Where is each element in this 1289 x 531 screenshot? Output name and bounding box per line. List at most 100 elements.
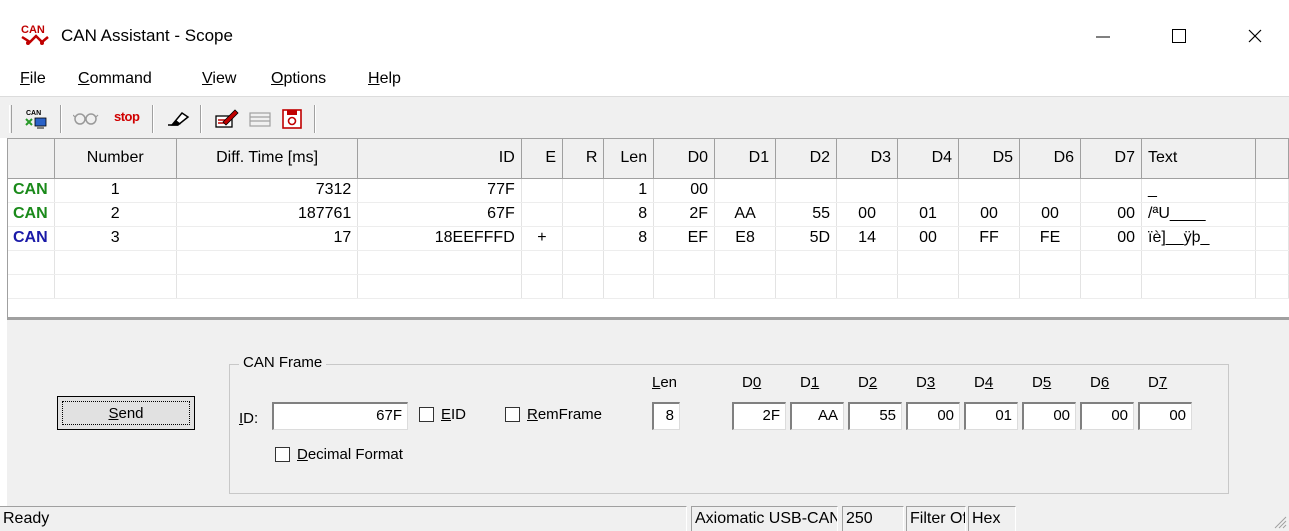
- column-header-d4[interactable]: D4: [897, 139, 960, 179]
- data-byte-label: D7: [1148, 374, 1168, 391]
- minimize-button[interactable]: [1072, 0, 1134, 72]
- can-connect-icon: CAN: [25, 110, 47, 129]
- message-grid[interactable]: Number Diff. Time [ms] ID E R Len D0 D1 …: [7, 138, 1289, 318]
- empty-cell: [1080, 250, 1142, 275]
- toolbar-grip[interactable]: [9, 105, 12, 133]
- data-byte-input[interactable]: 00: [1080, 402, 1134, 430]
- table-row[interactable]: CAN 3 17 18EEFFFD +8 EF E8 5D 14 00 FF FE 00 ïè]__ÿþ_: [8, 226, 1289, 251]
- empty-cell: [562, 274, 605, 299]
- connect-button[interactable]: CAN: [22, 105, 50, 133]
- id-input[interactable]: 67F: [272, 402, 408, 430]
- column-header-text[interactable]: Text: [1141, 139, 1256, 179]
- column-header-id[interactable]: ID: [357, 139, 522, 179]
- table-cell: ïè]__ÿþ_: [1141, 226, 1256, 251]
- table-cell: 00: [1080, 226, 1142, 251]
- data-byte-input[interactable]: 2F: [732, 402, 786, 430]
- table-cell: 8: [603, 226, 655, 251]
- monitor-button[interactable]: [72, 105, 100, 133]
- table-cell: _: [1141, 178, 1256, 203]
- column-header-d0[interactable]: D0: [653, 139, 716, 179]
- close-button[interactable]: [1224, 0, 1286, 72]
- empty-cell: [958, 274, 1021, 299]
- empty-cell: [357, 274, 522, 299]
- send-panel: Send CAN Frame ID: 67F EID RemFrame Deci…: [7, 318, 1289, 506]
- empty-cell: [836, 250, 899, 275]
- empty-cell: [1255, 250, 1289, 275]
- table-cell: 2: [54, 202, 177, 227]
- len-input[interactable]: 8: [652, 402, 680, 430]
- data-byte-input[interactable]: 00: [906, 402, 960, 430]
- status-filter: Filter Off: [906, 506, 966, 531]
- empty-cell: [653, 250, 716, 275]
- table-cell: 77F: [357, 178, 522, 203]
- pencil-edit-icon: [215, 109, 239, 128]
- can-row-tag: CAN: [8, 202, 55, 227]
- empty-cell: [1019, 250, 1082, 275]
- list-button[interactable]: [246, 105, 274, 133]
- toolbar: CAN stop: [0, 96, 1289, 138]
- menu-options[interactable]: Options: [271, 70, 326, 88]
- menu-file[interactable]: File: [20, 70, 46, 88]
- menu-help[interactable]: Help: [368, 70, 401, 88]
- table-cell: [897, 178, 960, 203]
- empty-cell: [8, 274, 55, 299]
- data-byte-input[interactable]: 01: [964, 402, 1018, 430]
- column-header-d3[interactable]: D3: [836, 139, 899, 179]
- resize-grip-icon[interactable]: [1273, 515, 1287, 529]
- table-row[interactable]: CAN 2 187761 67F 8 2F AA 55 00 01 00 00 00/ªU____: [8, 202, 1289, 227]
- eid-checkbox[interactable]: [419, 407, 434, 422]
- column-header-number[interactable]: Number: [54, 139, 177, 179]
- data-byte-input[interactable]: 00: [1138, 402, 1192, 430]
- table-cell: +: [521, 226, 564, 251]
- column-header-d1[interactable]: D1: [714, 139, 777, 179]
- send-button[interactable]: Send: [57, 396, 195, 430]
- table-cell: /ªU____: [1141, 202, 1256, 227]
- column-header-filler: [1255, 139, 1289, 179]
- table-cell: 18EEFFFD: [357, 226, 522, 251]
- empty-cell: [562, 250, 605, 275]
- column-header-d2[interactable]: D2: [775, 139, 838, 179]
- column-header-diff-time[interactable]: Diff. Time [ms]: [176, 139, 359, 179]
- table-cell: [562, 202, 605, 227]
- column-header-d5[interactable]: D5: [958, 139, 1021, 179]
- data-byte-input[interactable]: 55: [848, 402, 902, 430]
- list-disabled-icon: [249, 112, 271, 127]
- table-row[interactable]: CAN 1 7312 77F 1 00 _: [8, 178, 1289, 203]
- column-header-r[interactable]: R: [562, 139, 605, 179]
- table-cell: FE: [1019, 226, 1082, 251]
- empty-cell: [603, 250, 655, 275]
- table-cell: E8: [714, 226, 777, 251]
- table-row[interactable]: [8, 274, 1289, 299]
- data-byte-label: D6: [1090, 374, 1110, 391]
- clear-button[interactable]: [164, 105, 192, 133]
- menu-command[interactable]: Command: [78, 70, 152, 88]
- data-byte-label: D1: [800, 374, 820, 391]
- column-header-e[interactable]: E: [521, 139, 564, 179]
- decimal-format-checkbox[interactable]: [275, 447, 290, 462]
- data-byte-label: D2: [858, 374, 878, 391]
- empty-cell: [8, 250, 55, 275]
- table-cell: 14: [836, 226, 899, 251]
- empty-cell: [775, 250, 838, 275]
- empty-cell: [176, 250, 359, 275]
- column-header-len[interactable]: Len: [603, 139, 655, 179]
- data-byte-label: D4: [974, 374, 994, 391]
- table-cell: 17: [176, 226, 359, 251]
- table-cell: [1019, 178, 1082, 203]
- menu-view[interactable]: View: [202, 70, 236, 88]
- empty-cell: [357, 250, 522, 275]
- column-header-d6[interactable]: D6: [1019, 139, 1082, 179]
- stop-button[interactable]: stop: [114, 109, 140, 124]
- table-cell: AA: [714, 202, 777, 227]
- table-row[interactable]: [8, 250, 1289, 275]
- remframe-label: RemFrame: [527, 406, 603, 423]
- table-cell: FF: [958, 226, 1021, 251]
- title-bar[interactable]: CAN CAN Assistant - Scope: [0, 0, 1289, 72]
- maximize-button[interactable]: [1148, 0, 1210, 72]
- data-byte-input[interactable]: AA: [790, 402, 844, 430]
- record-button[interactable]: [278, 105, 306, 133]
- edit-frame-button[interactable]: [212, 105, 240, 133]
- remframe-checkbox[interactable]: [505, 407, 520, 422]
- column-header-d7[interactable]: D7: [1080, 139, 1142, 179]
- data-byte-input[interactable]: 00: [1022, 402, 1076, 430]
